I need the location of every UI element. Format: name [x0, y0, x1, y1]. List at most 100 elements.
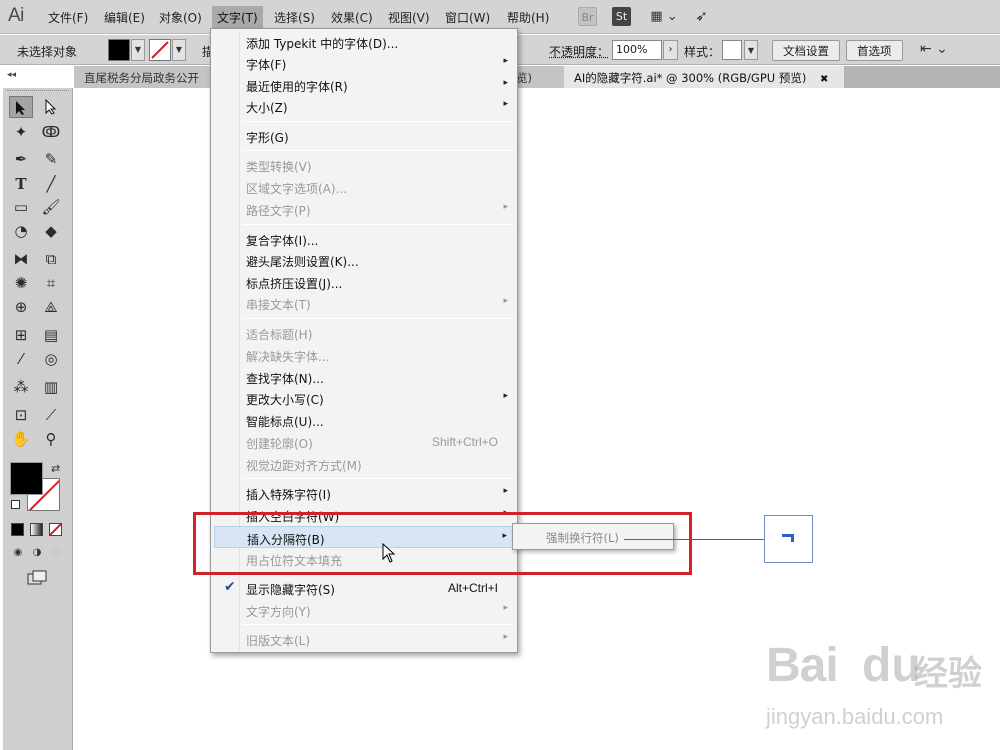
menu-item-glyphs[interactable]: 字形(G): [214, 125, 516, 147]
panel-grip[interactable]: [7, 90, 69, 94]
reflect-tool-icon[interactable]: ⧓: [9, 248, 33, 270]
slice-tool-icon[interactable]: ⟋: [39, 404, 63, 426]
menu-item-composite-fonts[interactable]: 复合字体(I)...: [214, 228, 516, 250]
color-mode-icon[interactable]: [11, 523, 24, 536]
menu-item-shortcut: Shift+Ctrl+O: [431, 435, 498, 449]
submenu-arrow-icon: ▸: [503, 56, 508, 66]
menu-view[interactable]: 视图(V): [388, 9, 430, 26]
menu-item-add-typekit-fonts[interactable]: 添加 Typekit 中的字体(D)...: [214, 31, 516, 53]
swap-fill-stroke-icon[interactable]: ⇄: [51, 462, 60, 475]
direct-selection-tool-icon[interactable]: [39, 96, 63, 118]
menu-separator: [243, 150, 513, 151]
workspace-switcher-icon[interactable]: ▦ ⌄: [644, 7, 684, 26]
pen-tool-icon[interactable]: ✒: [9, 148, 33, 170]
fill-swatch[interactable]: [108, 39, 130, 61]
menu-item-label: 标点挤压设置(J)...: [246, 277, 343, 291]
zoom-tool-icon[interactable]: ⚲: [39, 428, 63, 450]
menu-item-show-hidden-characters[interactable]: ✔ 显示隐藏字符(S) Alt+Ctrl+I: [214, 577, 516, 599]
blend-tool-icon[interactable]: ◎: [39, 348, 63, 370]
forced-line-break-glyph-icon: [782, 534, 794, 542]
eyedropper-tool-icon[interactable]: ⁄: [9, 348, 33, 370]
sync-icon[interactable]: ➶: [692, 7, 711, 26]
menu-item-label: 创建轮廓(O): [246, 437, 313, 451]
menu-item-size[interactable]: 大小(Z) ▸: [214, 95, 516, 117]
menu-effect[interactable]: 效果(C): [331, 9, 373, 26]
gradient-tool-icon[interactable]: ▤: [39, 324, 63, 346]
tab-label: AI的隐藏字符.ai* @ 300% (RGB/GPU 预览): [574, 71, 807, 85]
magic-wand-tool-icon[interactable]: ✦: [9, 121, 33, 143]
menu-item-label: 类型转换(V): [246, 160, 312, 174]
hand-tool-icon[interactable]: ✋: [9, 428, 33, 450]
bridge-button[interactable]: Br: [578, 7, 597, 26]
mesh-tool-icon[interactable]: ⊞: [9, 324, 33, 346]
menu-item-label: 适合标题(H): [246, 328, 313, 342]
perspective-grid-tool-icon[interactable]: ⟁: [39, 296, 63, 318]
draw-behind-icon[interactable]: ◑: [30, 546, 44, 560]
rectangle-tool-icon[interactable]: ▭: [9, 196, 33, 218]
line-segment-tool-icon[interactable]: ╱: [39, 173, 63, 195]
menu-edit[interactable]: 编辑(E): [104, 9, 145, 26]
arrange-documents-icon[interactable]: ⇤ ⌄: [920, 41, 948, 57]
fill-dropdown-icon[interactable]: ▼: [131, 39, 145, 61]
gradient-mode-icon[interactable]: [30, 523, 43, 536]
lasso-tool-icon[interactable]: ↂ: [39, 121, 63, 143]
curvature-tool-icon[interactable]: ✎: [39, 148, 63, 170]
menu-help[interactable]: 帮助(H): [507, 9, 549, 26]
default-fill-stroke-icon[interactable]: [11, 500, 20, 509]
warp-tool-icon[interactable]: ✺: [9, 272, 33, 294]
menu-item-label: 旧版文本(L): [246, 634, 311, 648]
column-graph-tool-icon[interactable]: ▥: [39, 376, 63, 398]
shape-builder-tool-icon[interactable]: ⊕: [9, 296, 33, 318]
menu-object[interactable]: 对象(O): [159, 9, 202, 26]
menu-item-kinsoku-settings[interactable]: 避头尾法则设置(K)...: [214, 249, 516, 271]
none-mode-icon[interactable]: [49, 523, 62, 536]
menu-type[interactable]: 文字(T): [212, 6, 263, 28]
menu-item-convert-type: 类型转换(V): [214, 154, 516, 176]
menu-item-shortcut: Alt+Ctrl+I: [447, 581, 498, 595]
menu-item-font[interactable]: 字体(F) ▸: [214, 52, 516, 74]
preferences-button[interactable]: 首选项: [846, 40, 903, 61]
draw-normal-icon[interactable]: ◉: [11, 546, 25, 560]
free-transform-tool-icon[interactable]: ⌗: [39, 272, 63, 294]
menu-item-mojikumi-settings[interactable]: 标点挤压设置(J)...: [214, 271, 516, 293]
type-tool-icon[interactable]: T: [9, 173, 33, 195]
graphic-style-swatch[interactable]: [722, 40, 742, 60]
fill-color-box[interactable]: [10, 462, 43, 495]
opacity-arrow-icon[interactable]: ›: [663, 40, 678, 60]
shaper-tool-icon[interactable]: ◔: [9, 220, 33, 242]
menu-item-find-font[interactable]: 查找字体(N)...: [214, 366, 516, 388]
app-logo: Ai: [8, 5, 24, 26]
menu-item-insert-special-character[interactable]: 插入特殊字符(I) ▸: [214, 482, 516, 504]
artboard-tool-icon[interactable]: ⊡: [9, 404, 33, 426]
menu-item-label: 避头尾法则设置(K)...: [246, 255, 359, 269]
style-dropdown-icon[interactable]: ▼: [744, 40, 758, 60]
menu-item-change-case[interactable]: 更改大小写(C) ▸: [214, 387, 516, 409]
scale-tool-icon[interactable]: ⧉: [39, 248, 63, 270]
opacity-input[interactable]: 100%: [612, 40, 662, 60]
menu-item-recent-fonts[interactable]: 最近使用的字体(R) ▸: [214, 74, 516, 96]
selection-tool-icon[interactable]: [9, 96, 33, 118]
opacity-label[interactable]: 不透明度：: [549, 43, 609, 60]
stock-button[interactable]: St: [612, 7, 631, 26]
symbol-sprayer-tool-icon[interactable]: ⁂: [9, 376, 33, 398]
draw-inside-icon[interactable]: ◌: [49, 546, 63, 560]
menu-select[interactable]: 选择(S): [274, 9, 315, 26]
tab-label: 直尾税务分局政务公开: [84, 71, 199, 85]
collapse-panel-icon[interactable]: ◂◂: [7, 70, 16, 80]
document-tab-active[interactable]: AI的隐藏字符.ai* @ 300% (RGB/GPU 预览) ✖: [564, 66, 844, 88]
tab-label: 览): [516, 71, 532, 85]
document-setup-button[interactable]: 文档设置: [772, 40, 840, 61]
checkmark-icon: ✔: [224, 579, 236, 595]
menu-window[interactable]: 窗口(W): [445, 9, 490, 26]
document-tab[interactable]: 直尾税务分局政务公开: [74, 66, 210, 88]
eraser-tool-icon[interactable]: ◆: [39, 220, 63, 242]
stroke-swatch[interactable]: [149, 39, 171, 61]
close-tab-icon[interactable]: ✖: [820, 74, 828, 85]
paintbrush-tool-icon[interactable]: 🖌: [39, 196, 63, 218]
style-label: 样式：: [684, 45, 721, 59]
menu-file[interactable]: 文件(F): [48, 9, 88, 26]
stroke-dropdown-icon[interactable]: ▼: [172, 39, 186, 61]
screen-mode-icon[interactable]: [27, 570, 49, 586]
menu-item-smart-punctuation[interactable]: 智能标点(U)...: [214, 409, 516, 431]
menu-item-area-type-options: 区域文字选项(A)...: [214, 176, 516, 198]
